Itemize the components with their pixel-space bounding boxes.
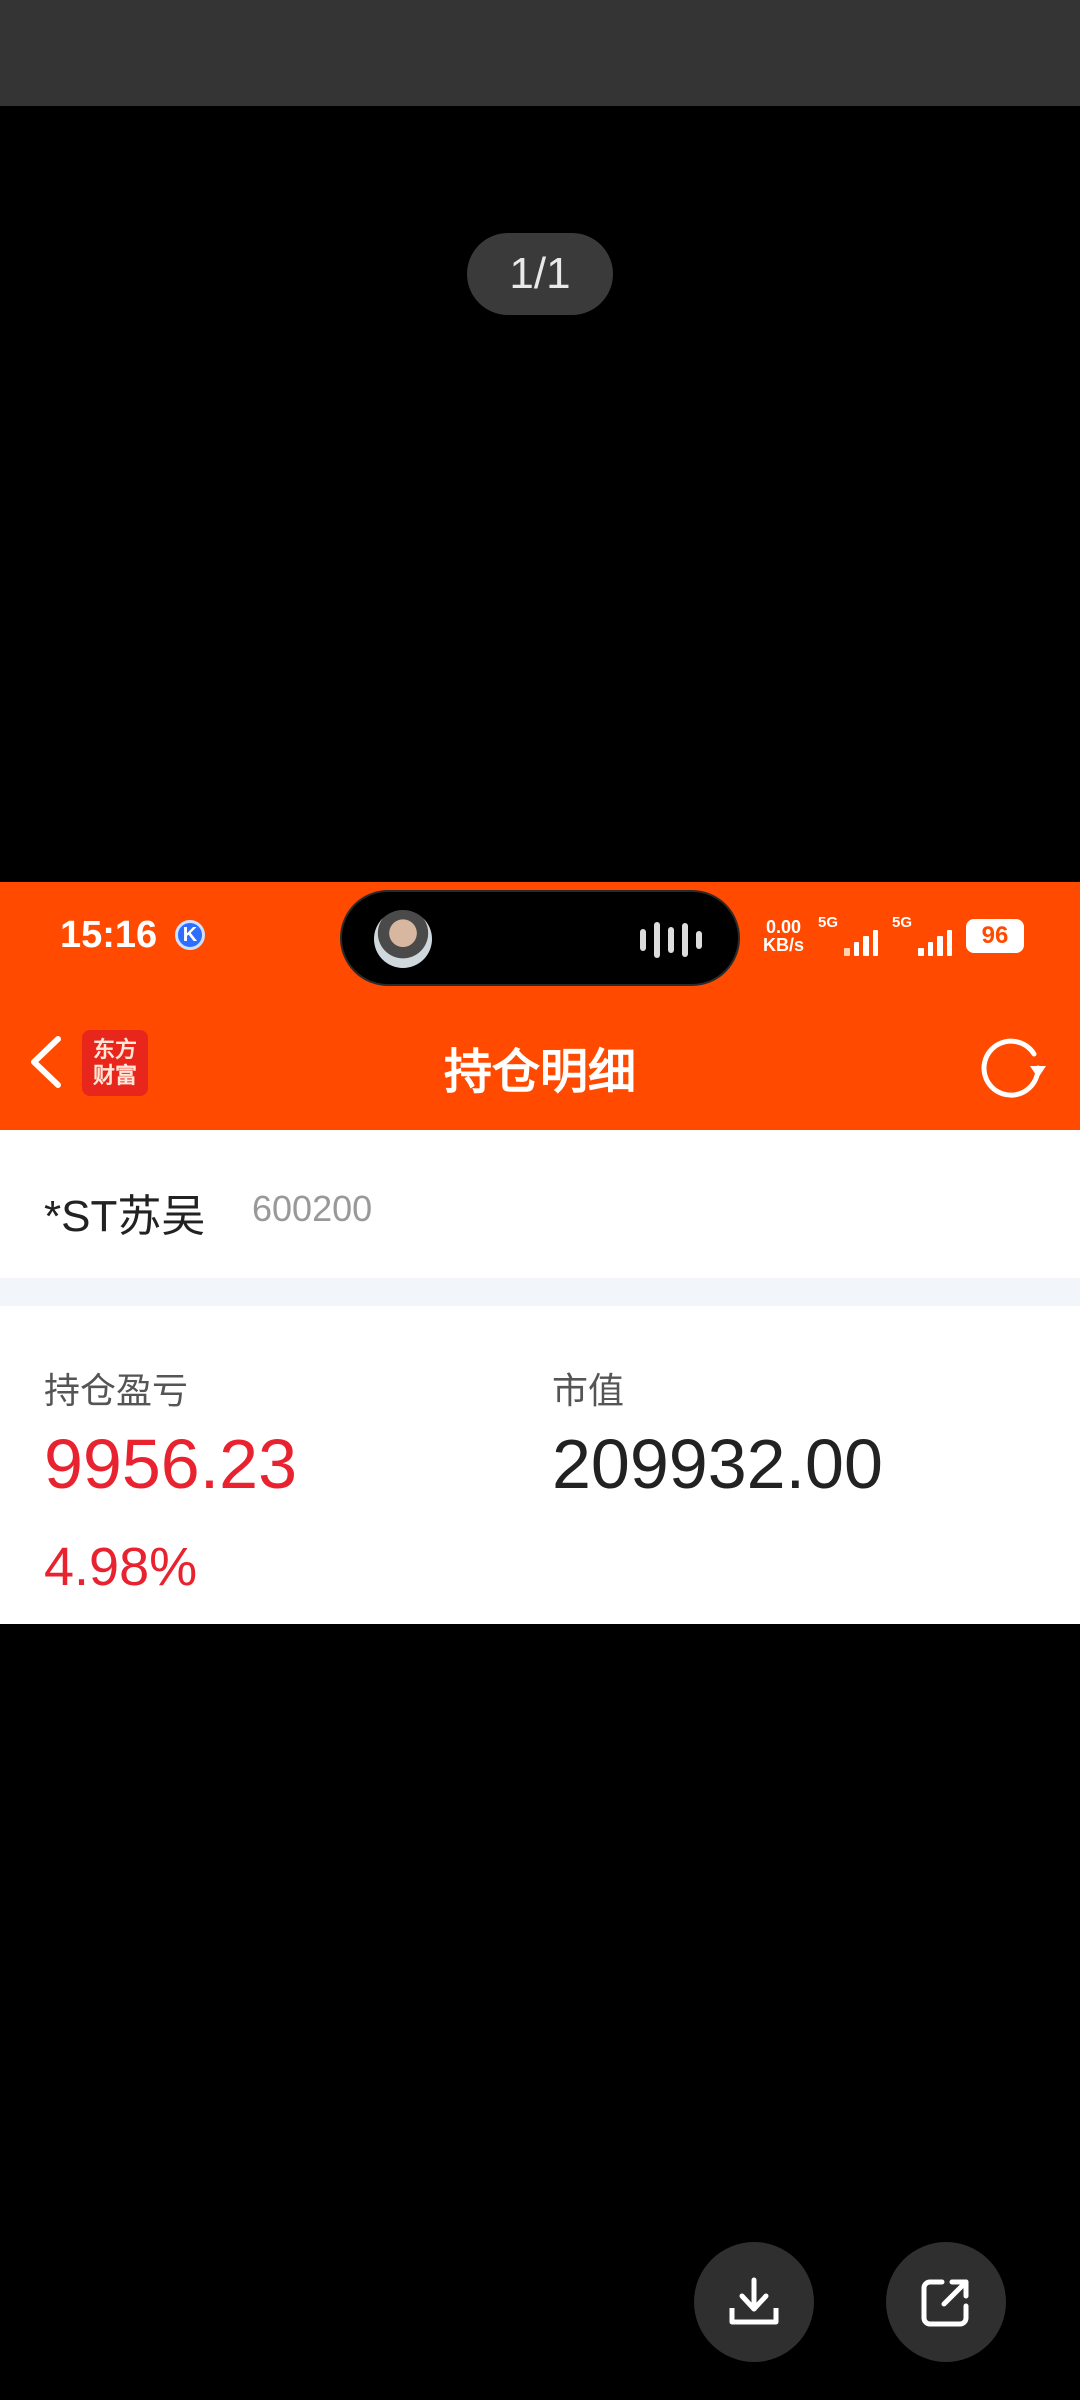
signal-icon-2: 5G: [892, 914, 952, 956]
share-icon: [921, 2279, 969, 2327]
signal-label-2: 5G: [892, 914, 913, 931]
download-icon: [729, 2277, 779, 2325]
app-header: 15:16 K 0.00 KB/s 5G 5G 96 东方 财富 持仓明细: [0, 882, 1080, 1130]
refresh-icon: [981, 1038, 1046, 1098]
download-button[interactable]: [694, 2242, 814, 2362]
page-indicator: 1/1: [467, 233, 613, 315]
stock-name: *ST苏吴: [44, 1192, 206, 1241]
refresh-button[interactable]: [976, 1030, 1050, 1100]
signal-icon: 5G: [818, 914, 878, 956]
dynamic-island: [340, 890, 740, 986]
section-divider: [0, 1278, 1080, 1306]
avatar: [374, 910, 432, 968]
status-time: 15:16: [60, 914, 158, 956]
network-speed-unit: KB/s: [762, 935, 804, 955]
viewer-top-bar: [0, 0, 1080, 106]
embedded-screenshot: 15:16 K 0.00 KB/s 5G 5G 96 东方 财富 持仓明细 *S…: [0, 882, 1080, 1624]
stock-row[interactable]: *ST苏吴 600200: [0, 1130, 1080, 1278]
market-value: 209932.00: [552, 1425, 883, 1503]
audio-wave-icon: [640, 920, 702, 960]
battery-icon: 96: [966, 919, 1024, 953]
status-indicators: 0.00 KB/s 5G 5G 96: [763, 914, 1024, 956]
market-value-label: 市值: [552, 1370, 625, 1411]
signal-label: 5G: [818, 914, 839, 931]
network-speed: 0.00 KB/s: [763, 918, 804, 954]
share-button[interactable]: [886, 2242, 1006, 2362]
pnl-label: 持仓盈亏: [44, 1370, 189, 1411]
position-metrics: 持仓盈亏 9956.23 4.98% 市值 209932.00: [0, 1306, 1080, 1624]
k-badge-icon: K: [175, 920, 205, 950]
pnl-percent: 4.98%: [44, 1537, 198, 1597]
page-title: 持仓明细: [443, 1046, 636, 1099]
pnl-value: 9956.23: [44, 1425, 298, 1503]
network-speed-value: 0.00: [765, 917, 802, 937]
stock-code: 600200: [252, 1188, 373, 1229]
